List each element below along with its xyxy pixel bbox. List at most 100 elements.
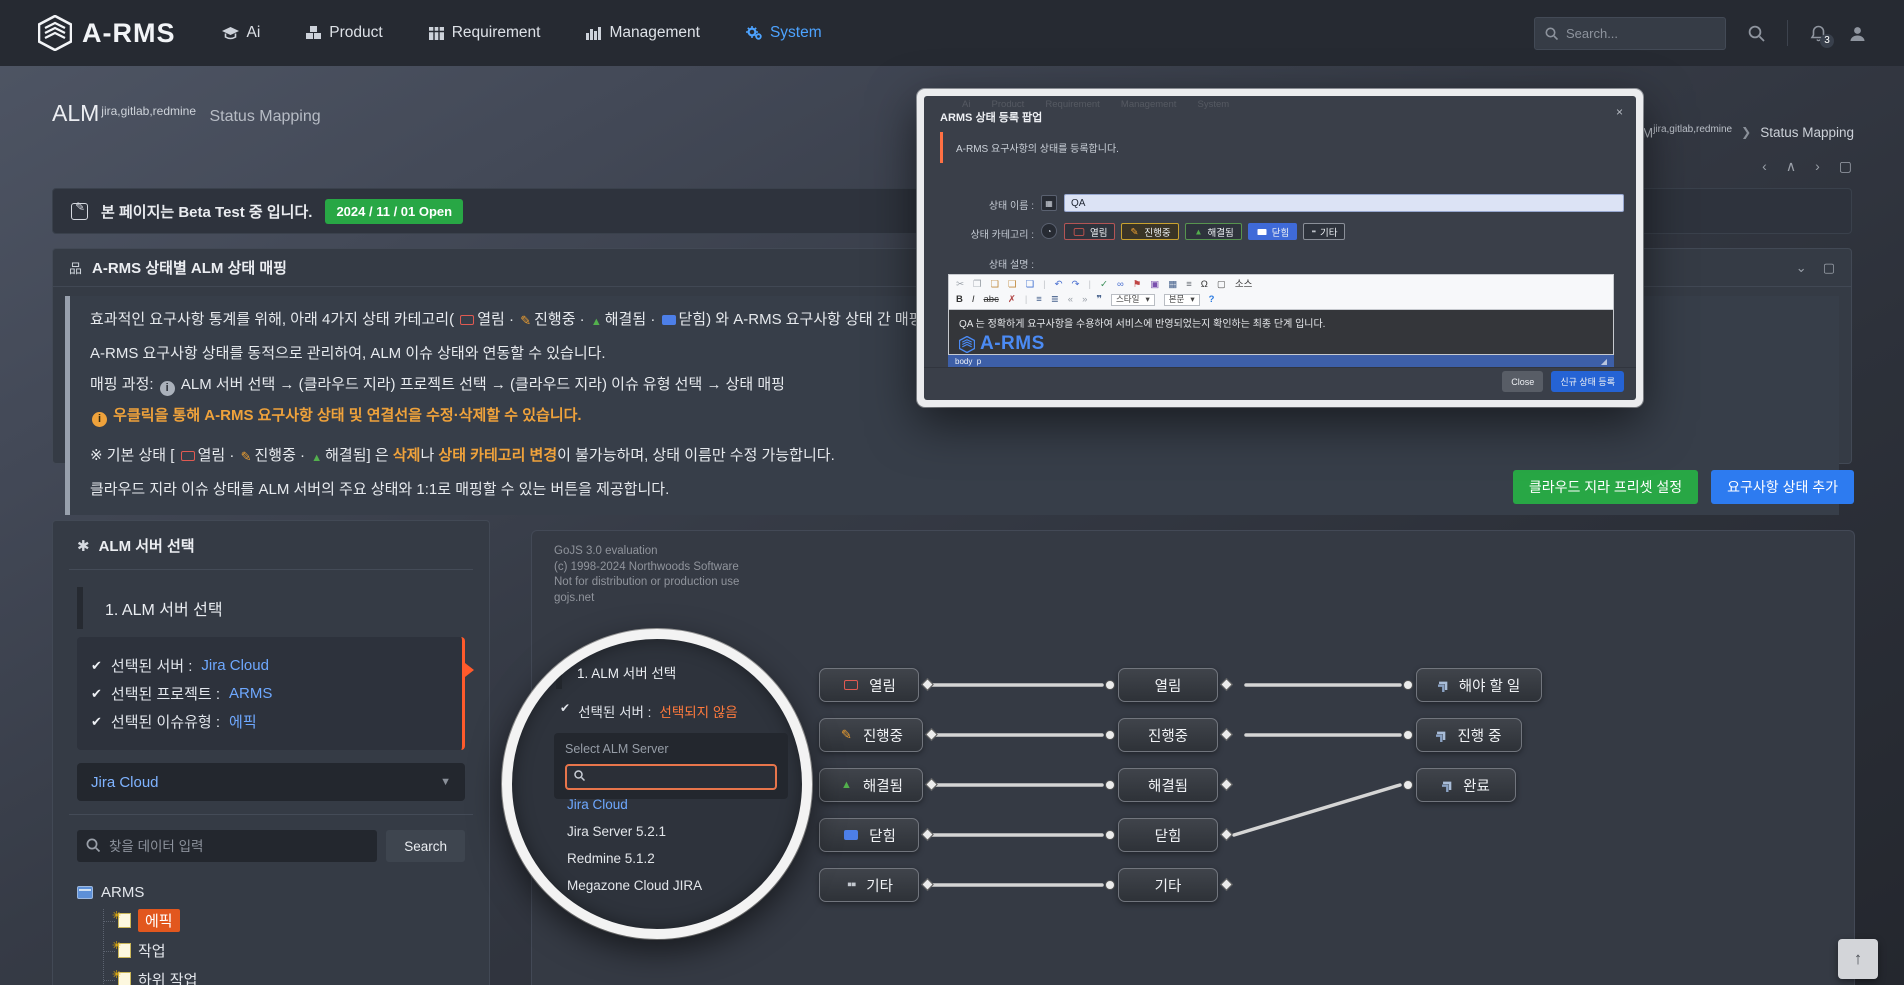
redo-icon[interactable]: ↷ <box>1072 280 1080 290</box>
notifications-bell-icon[interactable]: 3 <box>1810 25 1827 42</box>
server-option-jira-server[interactable]: Jira Server 5.2.1 <box>567 824 702 839</box>
nav-item-ai[interactable]: Ai <box>222 24 261 42</box>
brand-name: A-RMS <box>82 18 176 49</box>
help-icon[interactable]: ? <box>1209 295 1215 305</box>
format-dropdown[interactable]: 본문▾ <box>1164 294 1200 306</box>
divider <box>69 814 473 815</box>
magnifier-inset: 1. ALM 서버 선택 ✔ 선택된 서버 : 선택되지 않음 Select A… <box>502 629 812 939</box>
paste-icon[interactable]: ❏ <box>991 280 1000 290</box>
folder-open-red-icon <box>181 451 195 461</box>
numbered-list-icon[interactable]: ≡ <box>1036 295 1042 305</box>
anchor-flag-icon[interactable]: ⚑ <box>1133 280 1142 290</box>
node-mid-open[interactable]: 열림 <box>1118 668 1218 702</box>
issue-doc-icon <box>118 972 131 985</box>
styles-dropdown[interactable]: 스타일▾ <box>1111 294 1155 306</box>
search-input[interactable] <box>1566 26 1706 41</box>
tree-root-arms[interactable]: ARMS <box>77 884 465 901</box>
nav-item-system[interactable]: System <box>746 24 822 42</box>
italic-icon[interactable]: I <box>972 295 975 305</box>
node-left-etc[interactable]: ▪▪ 기타 <box>819 868 919 902</box>
horizontal-rule-icon[interactable]: ≡ <box>1186 280 1192 290</box>
brand-logo[interactable]: A-RMS <box>38 15 176 51</box>
node-mid-closed[interactable]: 닫힘 <box>1118 818 1218 852</box>
status-name-input[interactable] <box>1064 194 1624 212</box>
user-avatar-icon[interactable] <box>1849 25 1866 42</box>
nav-item-product[interactable]: Product <box>306 24 382 42</box>
tree-item-subtask[interactable]: 하위 작업 <box>104 969 465 985</box>
chevron-up-icon[interactable]: ∧ <box>1786 158 1796 175</box>
copy-icon[interactable]: ❐ <box>973 280 982 290</box>
undo-icon[interactable]: ↶ <box>1055 280 1063 290</box>
folder-white-icon <box>1257 229 1266 235</box>
expand-icon[interactable]: ▢ <box>1839 158 1852 175</box>
jira-preset-button[interactable]: 클라우드 지라 프리셋 설정 <box>1513 470 1698 504</box>
node-left-resolved[interactable]: ▲ 해결됨 <box>819 768 923 802</box>
remove-format-icon[interactable]: ✗ <box>1008 295 1016 305</box>
node-mid-inprogress[interactable]: 진행중 <box>1118 718 1218 752</box>
magnifier-server-dropdown[interactable]: Select ALM Server <box>554 733 788 799</box>
category-chip-inprogress[interactable]: ✎ 진행중 <box>1121 223 1178 240</box>
port-circle <box>1403 680 1413 690</box>
category-chip-open[interactable]: 열림 <box>1064 223 1115 240</box>
node-mid-etc[interactable]: 기타 <box>1118 868 1218 902</box>
category-chip-resolved[interactable]: ▲ 해결됨 <box>1185 223 1242 240</box>
close-icon[interactable]: × <box>1616 105 1623 119</box>
bold-icon[interactable]: B <box>956 295 963 305</box>
category-chip-etc[interactable]: ▪▪ 기타 <box>1303 223 1345 240</box>
tree-search-button[interactable]: Search <box>386 830 465 862</box>
bar-chart-icon <box>586 27 601 40</box>
paste-word-icon[interactable]: ❏ <box>1026 280 1035 290</box>
outdent-icon[interactable]: « <box>1068 295 1073 305</box>
node-right-done[interactable]: 완료 <box>1416 768 1516 802</box>
chevron-right-icon[interactable]: › <box>1815 158 1820 175</box>
node-left-closed[interactable]: 닫힘 <box>819 818 919 852</box>
port-circle <box>1403 730 1413 740</box>
nav-item-management[interactable]: Management <box>586 24 699 42</box>
server-option-jira-cloud[interactable]: Jira Cloud <box>567 797 702 812</box>
image-icon[interactable]: ▣ <box>1150 280 1159 290</box>
add-status-button[interactable]: 요구사항 상태 추가 <box>1711 470 1854 504</box>
modal-footer-divider <box>924 367 1636 368</box>
node-right-inprogress[interactable]: 진행 중 <box>1416 718 1522 752</box>
tree-item-epic[interactable]: 에픽 <box>104 909 465 932</box>
beta-open-date-badge: 2024 / 11 / 01 Open <box>325 199 463 224</box>
blockquote-icon[interactable]: ❞ <box>1096 295 1102 305</box>
resize-grip-icon[interactable]: ◢ <box>1601 357 1607 366</box>
node-left-open[interactable]: 열림 <box>819 668 919 702</box>
source-button[interactable]: 소스 <box>1235 280 1252 290</box>
maximize-icon[interactable]: ▢ <box>1217 280 1226 290</box>
link-icon[interactable]: ∞ <box>1117 280 1124 290</box>
orange-arrow-icon <box>465 663 474 677</box>
tree-search-input[interactable] <box>77 830 377 862</box>
paste-text-icon[interactable]: ❏ <box>1008 280 1017 290</box>
indent-icon[interactable]: » <box>1082 295 1087 305</box>
server-dropdown[interactable]: Jira Cloud ▼ <box>77 763 465 801</box>
strikethrough-icon[interactable]: abc <box>984 295 999 305</box>
modal-submit-button[interactable]: 신규 상태 등록 <box>1551 371 1624 392</box>
bullet-list-icon[interactable]: ≣ <box>1051 295 1059 305</box>
cut-icon[interactable]: ✂ <box>956 280 964 290</box>
tree-item-task[interactable]: 작업 <box>104 940 465 961</box>
node-left-inprogress[interactable]: ✎ 진행중 <box>819 718 923 752</box>
chevron-left-icon[interactable]: ‹ <box>1762 158 1767 175</box>
server-option-redmine[interactable]: Redmine 5.1.2 <box>567 851 702 866</box>
spellcheck-icon[interactable]: ✓ <box>1100 280 1108 290</box>
dropdown-search-box[interactable] <box>565 764 777 790</box>
collapse-chevron-icon[interactable]: ⌄ <box>1796 260 1807 276</box>
server-option-megazone[interactable]: Megazone Cloud JIRA <box>567 878 702 893</box>
tree-item-label: 하위 작업 <box>138 969 197 985</box>
table-icon[interactable]: ▦ <box>1168 280 1177 290</box>
category-chip-closed[interactable]: 닫힘 <box>1248 223 1297 240</box>
search-submit-icon[interactable] <box>1748 25 1765 42</box>
node-right-todo[interactable]: 해야 할 일 <box>1416 668 1542 702</box>
special-char-icon[interactable]: Ω <box>1201 280 1208 290</box>
editor-text: QA 는 정확하게 요구사항을 수용하여 서비스에 반영되었는지 확인하는 최종… <box>959 315 1603 330</box>
globe-icon[interactable]: ◔ <box>1041 223 1057 239</box>
nav-item-requirement[interactable]: Requirement <box>429 24 541 42</box>
fullscreen-icon[interactable]: ▢ <box>1823 260 1835 276</box>
editor-content[interactable]: QA 는 정확하게 요구사항을 수용하여 서비스에 반영되었는지 확인하는 최종… <box>948 309 1614 355</box>
scroll-to-top-button[interactable]: ↑ <box>1838 939 1878 979</box>
modal-close-button[interactable]: Close <box>1502 371 1543 392</box>
node-mid-resolved[interactable]: 해결됨 <box>1118 768 1218 802</box>
grid-picker-icon[interactable]: ▦ <box>1041 195 1057 211</box>
